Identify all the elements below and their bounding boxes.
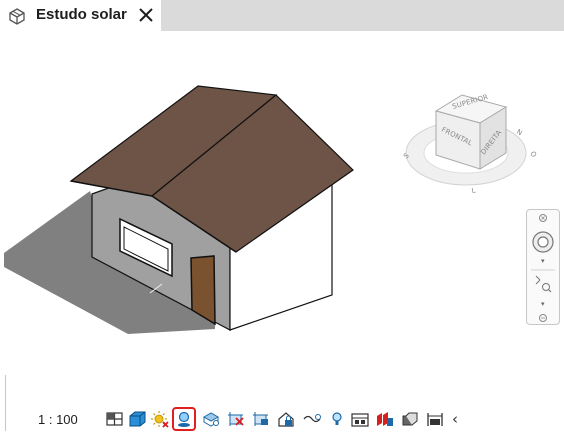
visual-style-icon[interactable] (127, 409, 147, 429)
svg-text:▾: ▾ (541, 300, 545, 308)
svg-text:▾: ▾ (541, 257, 545, 265)
tab-title: Estudo solar (36, 6, 127, 23)
temporary-view-properties-icon[interactable] (350, 409, 370, 429)
highlight-displacement-icon[interactable] (400, 409, 420, 429)
view-tab-estudo-solar[interactable]: Estudo solar (0, 0, 161, 31)
view-tab-bar: Estudo solar (0, 0, 564, 31)
navigation-bar: ▾ ▾ (526, 209, 560, 325)
close-icon[interactable] (137, 6, 155, 24)
3d-view-icon (7, 7, 27, 25)
show-analytical-model-icon[interactable] (375, 409, 395, 429)
view-control-bar: 1 : 100 ‹ (0, 375, 564, 433)
sun-path-icon[interactable] (150, 409, 170, 429)
shadows-icon[interactable] (172, 407, 196, 431)
view-scale[interactable]: 1 : 100 (38, 412, 78, 427)
zoom-region-icon (535, 275, 552, 293)
compass-l: L (471, 186, 476, 195)
divider (5, 375, 6, 431)
compass-o: O (528, 150, 538, 159)
collapse-chevron-icon[interactable]: ‹ (452, 410, 458, 428)
steering-wheel-icon (532, 231, 554, 253)
temporary-hide-isolate-icon[interactable] (276, 409, 296, 429)
crop-view-icon[interactable] (201, 409, 221, 429)
unlock-3d-view-icon[interactable] (251, 409, 271, 429)
navbar-minimize-icon (539, 314, 547, 322)
light-bulb-icon[interactable] (327, 409, 347, 429)
revit-view-window: Estudo solar N S L O SUPERIOR FRONTAL DI… (0, 0, 564, 433)
reveal-hidden-elements-icon[interactable] (302, 409, 322, 429)
navbar-close-icon (539, 214, 547, 222)
house-model (4, 85, 354, 334)
viewcube[interactable]: N S L O SUPERIOR FRONTAL DIREITA (398, 81, 538, 201)
3d-viewport[interactable]: N S L O SUPERIOR FRONTAL DIREITA ▾ ▾ (0, 31, 564, 401)
detail-level-icon[interactable] (105, 409, 125, 429)
reveal-constraints-icon[interactable] (425, 409, 445, 429)
show-crop-region-icon[interactable] (226, 409, 246, 429)
